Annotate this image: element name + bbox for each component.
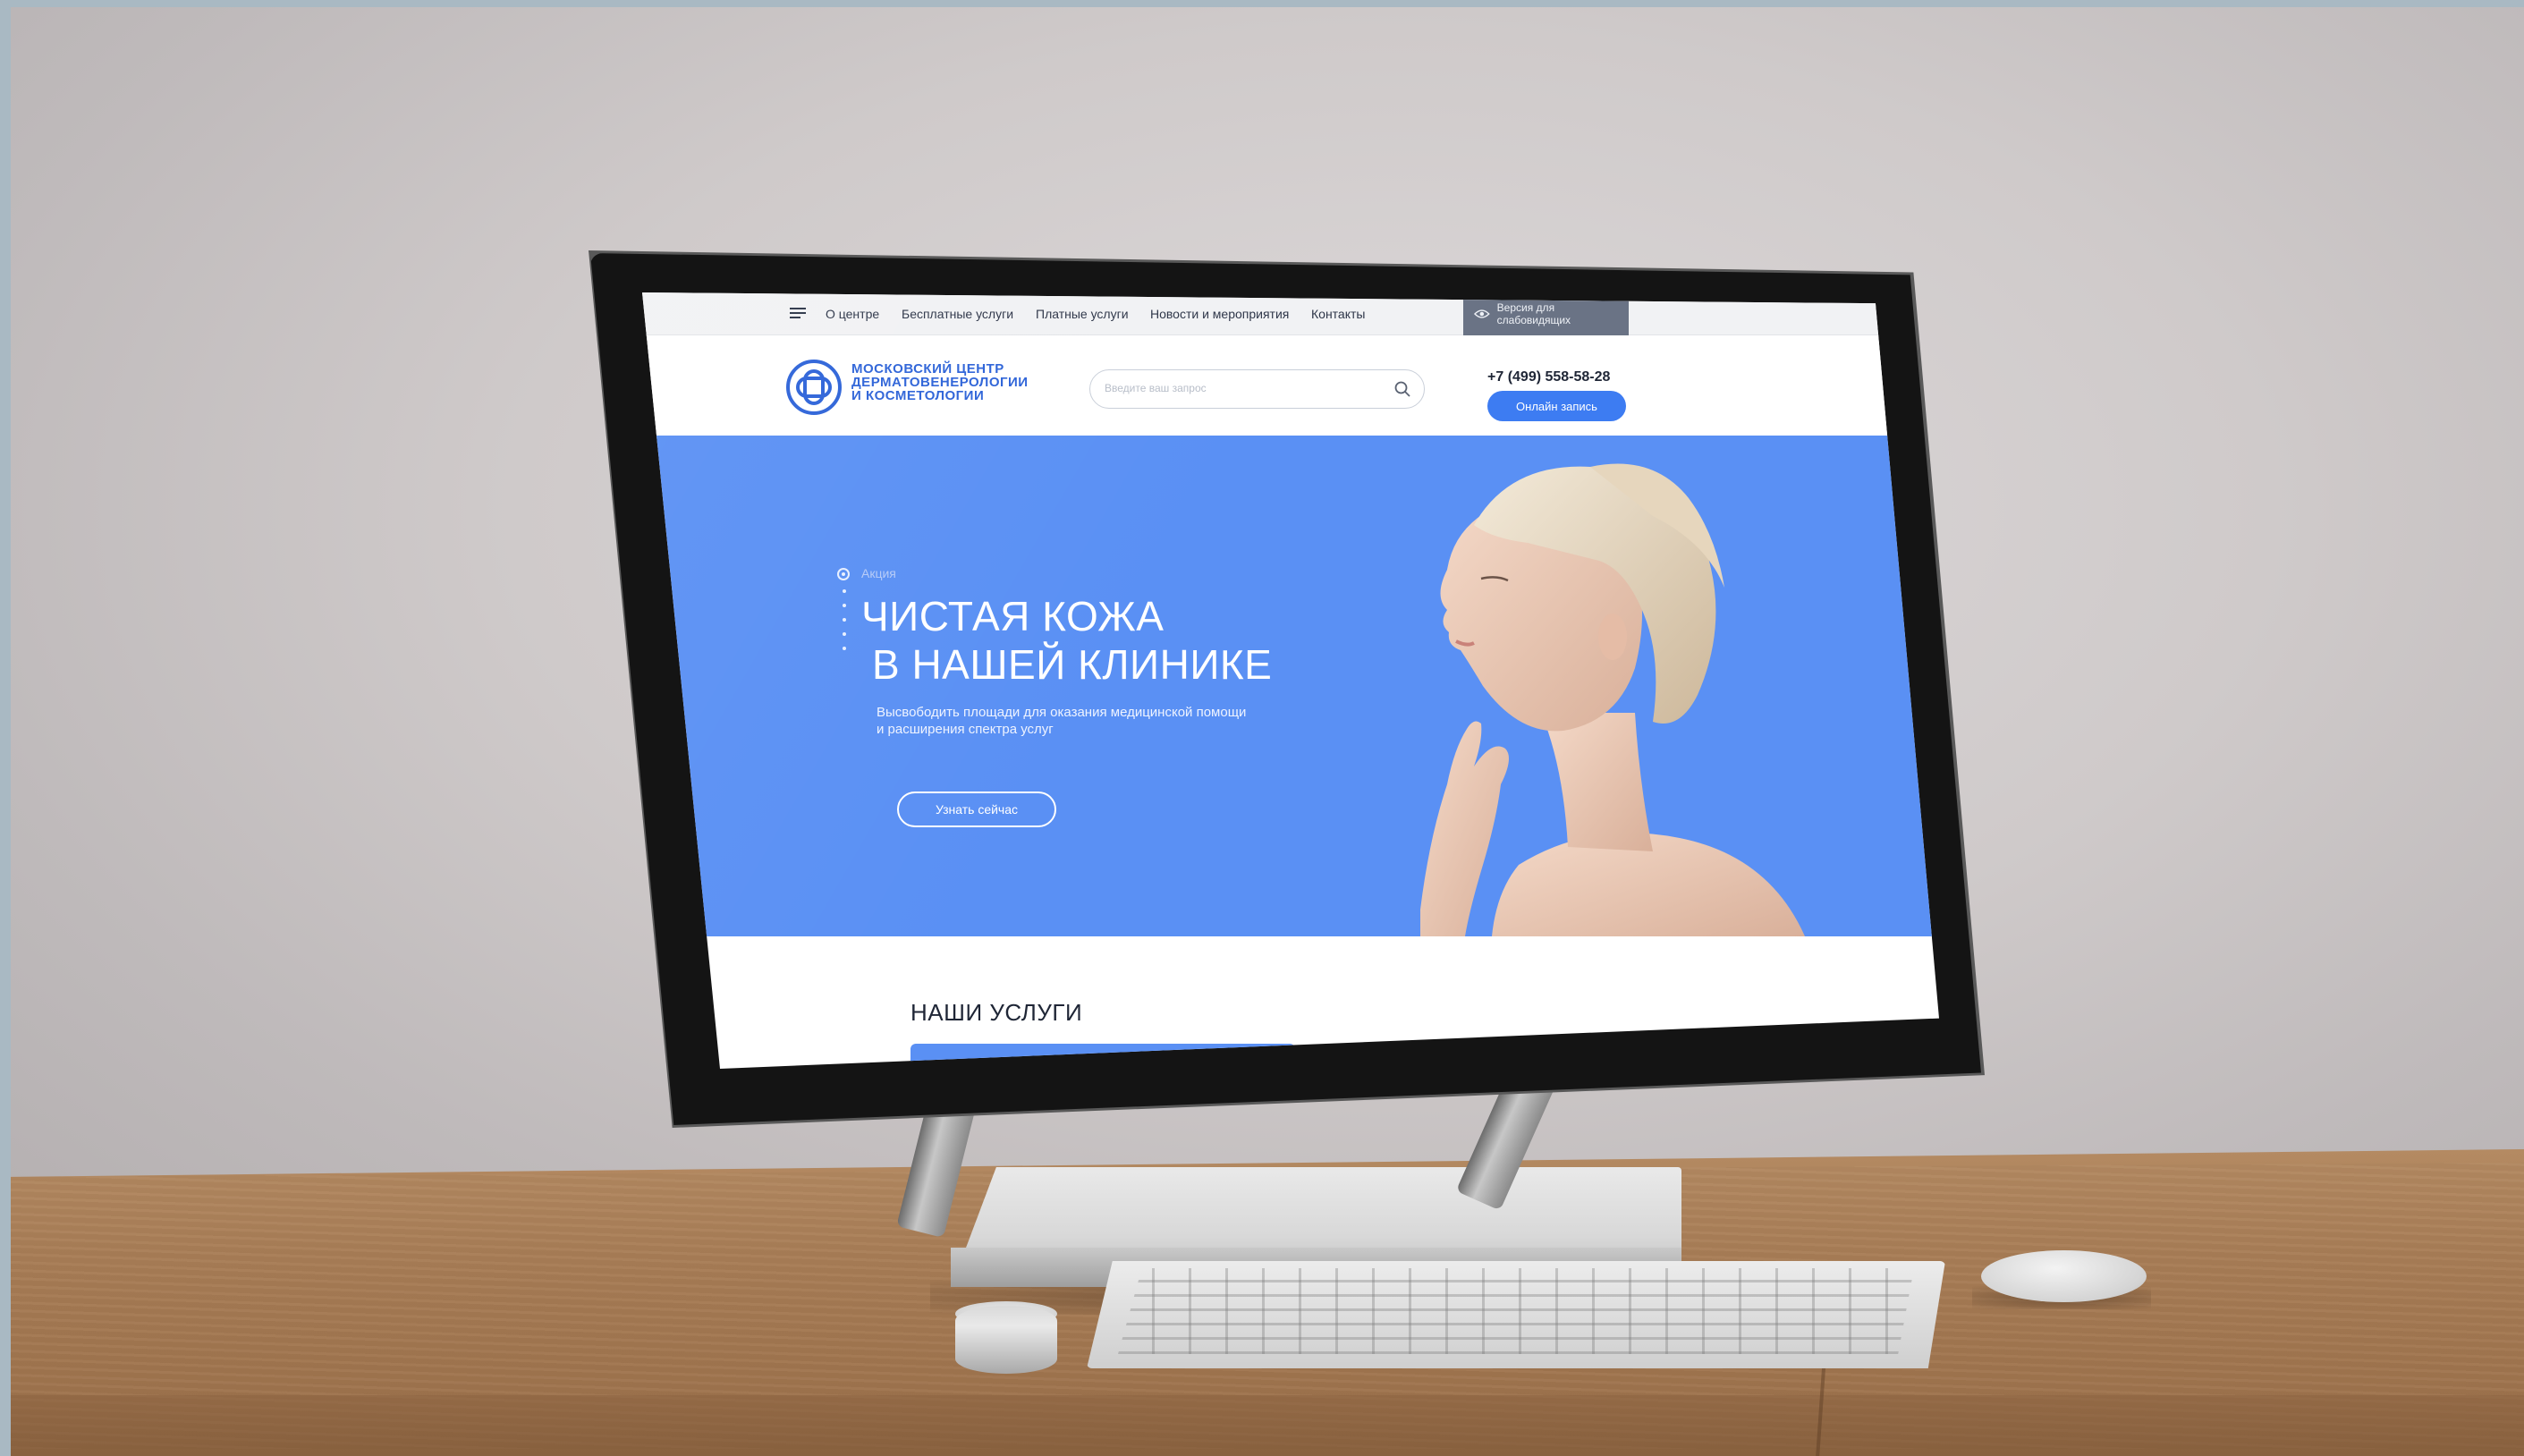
desk-edge: [11, 1395, 2524, 1456]
logo-mark[interactable]: [785, 359, 843, 416]
logo-line-2: ДЕРМАТОВЕНЕРОЛОГИИ: [851, 375, 1029, 390]
eye-icon: [1474, 309, 1490, 318]
menu-icon[interactable]: [790, 308, 806, 318]
online-booking-button[interactable]: Онлайн запись: [1487, 391, 1626, 421]
site-header: МОСКОВСКИЙ ЦЕНТР ДЕРМАТОВЕНЕРОЛОГИИ И КО…: [642, 335, 1939, 436]
search-icon[interactable]: [1393, 380, 1411, 398]
nav-item-free-services[interactable]: Бесплатные услуги: [902, 307, 1013, 321]
phone-number[interactable]: +7 (499) 558-58-28: [1487, 369, 1610, 385]
keyboard-keys: [1118, 1268, 1914, 1354]
mockup-scene: О центре Бесплатные услуги Платные услуг…: [0, 0, 2524, 1456]
hero-banner: Акция ЧИСТАЯ КОЖА В НАШЕЙ КЛИНИКЕ Высвоб…: [642, 436, 1939, 936]
nav-item-contacts[interactable]: Контакты: [1311, 307, 1365, 321]
search-box[interactable]: Введите ваш запрос: [1089, 369, 1425, 409]
logo-text[interactable]: МОСКОВСКИЙ ЦЕНТР ДЕРМАТОВЕНЕРОЛОГИИ И КО…: [851, 362, 1084, 402]
nav-item-news[interactable]: Новости и мероприятия: [1150, 307, 1289, 321]
logo-line-3: И КОСМЕТОЛОГИИ: [851, 388, 985, 403]
services-heading: НАШИ УСЛУГИ: [911, 999, 1083, 1026]
nav-item-paid-services[interactable]: Платные услуги: [1036, 307, 1129, 321]
surface-dial: [955, 1306, 1057, 1374]
hero-subtitle: Высвободить площади для оказания медицин…: [877, 705, 1247, 737]
woman-portrait-image: [1420, 463, 1805, 936]
logo-line-1: МОСКОВСКИЙ ЦЕНТР: [851, 361, 1004, 377]
dots-decoration: [843, 589, 846, 652]
hero-title-line-1: ЧИСТАЯ КОЖА: [861, 593, 1165, 639]
promo-label: Акция: [861, 566, 896, 580]
search-input[interactable]: Введите ваш запрос: [1105, 382, 1207, 394]
hero-title-line-2: В НАШЕЙ КЛИНИКЕ: [872, 641, 1273, 688]
nav-item-about[interactable]: О центре: [826, 307, 879, 321]
promo-marker-icon: [837, 568, 850, 580]
monitor-screen: О центре Бесплатные услуги Платные услуг…: [642, 292, 1939, 1069]
learn-now-button[interactable]: Узнать сейчас: [897, 791, 1056, 827]
low-vision-label: Версия для слабовидящих: [1496, 301, 1571, 326]
hero-title: ЧИСТАЯ КОЖА В НАШЕЙ КЛИНИКЕ: [861, 592, 1272, 689]
website: О центре Бесплатные услуги Платные услуг…: [642, 292, 1939, 1069]
mouse: [1981, 1250, 2147, 1302]
